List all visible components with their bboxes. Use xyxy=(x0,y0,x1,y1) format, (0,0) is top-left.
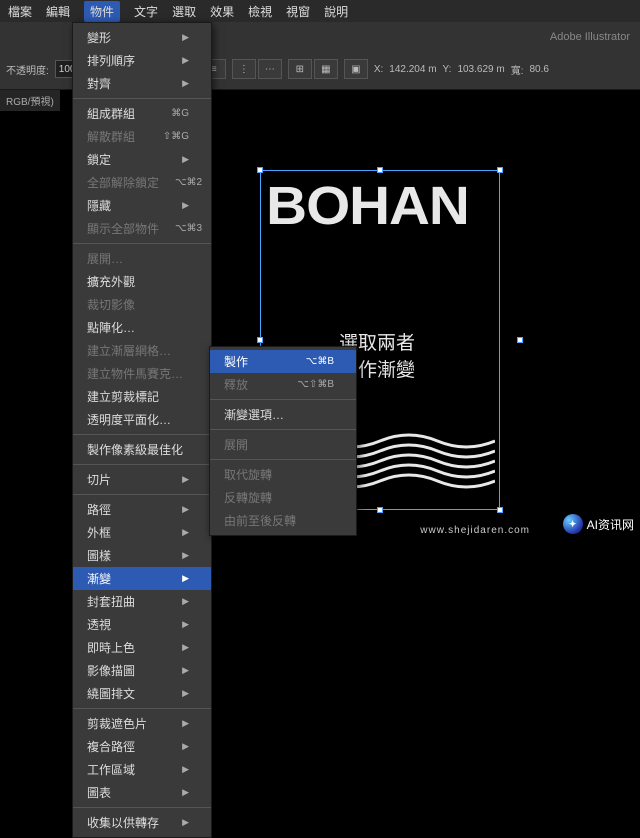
handle-bottom-right[interactable] xyxy=(497,507,503,513)
y-value: 103.629 m xyxy=(457,64,504,75)
submenu-arrow-icon: ▶ xyxy=(182,55,189,66)
artwork-text[interactable]: BOHAN xyxy=(266,175,469,237)
menu-item-透明度平面化…[interactable]: 透明度平面化… xyxy=(73,408,211,431)
menu-item-漸變選項…[interactable]: 漸變選項… xyxy=(210,403,356,426)
submenu-arrow-icon: ▶ xyxy=(182,32,189,43)
menu-選取[interactable]: 選取 xyxy=(172,3,196,20)
menu-item-反轉旋轉: 反轉旋轉 xyxy=(210,486,356,509)
menu-item-圖表[interactable]: 圖表▶ xyxy=(73,781,211,804)
menu-item-工作區域[interactable]: 工作區域▶ xyxy=(73,758,211,781)
pathfinder-icon[interactable]: ▦ xyxy=(314,59,338,79)
submenu-arrow-icon: ▶ xyxy=(182,619,189,630)
submenu-arrow-icon: ▶ xyxy=(182,764,189,775)
y-label: Y: xyxy=(443,64,452,75)
menu-item-剪裁遮色片[interactable]: 剪裁遮色片▶ xyxy=(73,712,211,735)
menu-item-製作[interactable]: 製作⌥⌘B xyxy=(210,350,356,373)
menu-item-鎖定[interactable]: 鎖定▶ xyxy=(73,148,211,171)
menu-item-隱藏[interactable]: 隱藏▶ xyxy=(73,194,211,217)
submenu-arrow-icon: ▶ xyxy=(182,787,189,798)
submenu-arrow-icon: ▶ xyxy=(182,550,189,561)
menu-item-擴充外觀[interactable]: 擴充外觀 xyxy=(73,270,211,293)
submenu-arrow-icon: ▶ xyxy=(182,741,189,752)
object-menu[interactable]: 變形▶排列順序▶對齊▶ 組成群組⌘G解散群組⇧⌘G鎖定▶全部解除鎖定⌥⌘2隱藏▶顯… xyxy=(72,22,212,838)
menu-item-外框[interactable]: 外框▶ xyxy=(73,521,211,544)
x-value: 142.204 m xyxy=(389,64,436,75)
x-label: X: xyxy=(374,64,383,75)
menu-item-即時上色[interactable]: 即時上色▶ xyxy=(73,636,211,659)
submenu-arrow-icon: ▶ xyxy=(182,474,189,485)
submenu-arrow-icon: ▶ xyxy=(182,154,189,165)
menu-item-釋放: 釋放⌥⇧⌘B xyxy=(210,373,356,396)
blend-submenu[interactable]: 製作⌥⌘B釋放⌥⇧⌘B 漸變選項… 展開取代旋轉反轉旋轉由前至後反轉 xyxy=(209,346,357,536)
menu-item-建立漸層網格…: 建立漸層網格… xyxy=(73,339,211,362)
submenu-arrow-icon: ▶ xyxy=(182,504,189,515)
submenu-arrow-icon: ▶ xyxy=(182,78,189,89)
menu-item-對齊[interactable]: 對齊▶ xyxy=(73,72,211,95)
submenu-arrow-icon: ▶ xyxy=(182,527,189,538)
watermark-url: www.shejidaren.com xyxy=(420,525,530,536)
menu-item-圖樣[interactable]: 圖樣▶ xyxy=(73,544,211,567)
menu-item-封套扭曲[interactable]: 封套扭曲▶ xyxy=(73,590,211,613)
submenu-arrow-icon: ▶ xyxy=(182,688,189,699)
app-name: Adobe Illustrator xyxy=(550,31,630,43)
w-label: 寬: xyxy=(511,62,524,77)
handle-top-left[interactable] xyxy=(257,167,263,173)
menu-item-展開: 展開 xyxy=(210,433,356,456)
distribute-h-icon[interactable]: ⋮ xyxy=(232,59,256,79)
menu-效果[interactable]: 效果 xyxy=(210,3,234,20)
menu-檔案[interactable]: 檔案 xyxy=(8,3,32,20)
menu-item-透視[interactable]: 透視▶ xyxy=(73,613,211,636)
menu-物件[interactable]: 物件 xyxy=(84,1,120,22)
submenu-arrow-icon: ▶ xyxy=(182,642,189,653)
menu-文字[interactable]: 文字 xyxy=(134,3,158,20)
document-tab[interactable]: RGB/預視) xyxy=(0,90,60,111)
menu-item-顯示全部物件: 顯示全部物件⌥⌘3 xyxy=(73,217,211,240)
menu-item-製作像素級最佳化[interactable]: 製作像素級最佳化 xyxy=(73,438,211,461)
handle-top-right[interactable] xyxy=(497,167,503,173)
transform-icon[interactable]: ⊞ xyxy=(288,59,312,79)
menu-item-切片[interactable]: 切片▶ xyxy=(73,468,211,491)
handle-top[interactable] xyxy=(377,167,383,173)
menu-編輯[interactable]: 編輯 xyxy=(46,3,70,20)
submenu-arrow-icon: ▶ xyxy=(182,817,189,828)
submenu-arrow-icon: ▶ xyxy=(182,200,189,211)
submenu-arrow-icon: ▶ xyxy=(182,596,189,607)
submenu-arrow-icon: ▶ xyxy=(182,665,189,676)
menu-item-裁切影像: 裁切影像 xyxy=(73,293,211,316)
submenu-arrow-icon: ▶ xyxy=(182,718,189,729)
menu-item-全部解除鎖定: 全部解除鎖定⌥⌘2 xyxy=(73,171,211,194)
menu-item-建立剪裁標記[interactable]: 建立剪裁標記 xyxy=(73,385,211,408)
menu-item-組成群組[interactable]: 組成群組⌘G xyxy=(73,102,211,125)
menubar: 檔案編輯物件文字選取效果檢視視窗說明 xyxy=(0,0,640,22)
menu-item-複合路徑[interactable]: 複合路徑▶ xyxy=(73,735,211,758)
submenu-arrow-icon: ▶ xyxy=(182,573,189,584)
menu-item-取代旋轉: 取代旋轉 xyxy=(210,463,356,486)
menu-item-變形[interactable]: 變形▶ xyxy=(73,26,211,49)
watermark-brand: AI资讯网 xyxy=(587,516,634,533)
watermark-logo-icon: ✦ xyxy=(563,514,583,534)
w-value: 80.6 xyxy=(529,64,548,75)
handle-left[interactable] xyxy=(257,337,263,343)
anchor-icon[interactable]: ▣ xyxy=(344,59,368,79)
menu-item-繞圖排文[interactable]: 繞圖排文▶ xyxy=(73,682,211,705)
menu-item-影像描圖[interactable]: 影像描圖▶ xyxy=(73,659,211,682)
menu-item-建立物件馬賽克…: 建立物件馬賽克… xyxy=(73,362,211,385)
handle-bottom[interactable] xyxy=(377,507,383,513)
menu-item-展開…: 展開… xyxy=(73,247,211,270)
menu-檢視[interactable]: 檢視 xyxy=(248,3,272,20)
menu-item-由前至後反轉: 由前至後反轉 xyxy=(210,509,356,532)
menu-item-漸變[interactable]: 漸變▶ xyxy=(73,567,211,590)
menu-視窗[interactable]: 視窗 xyxy=(286,3,310,20)
menu-item-路徑[interactable]: 路徑▶ xyxy=(73,498,211,521)
menu-說明[interactable]: 說明 xyxy=(324,3,348,20)
opacity-label: 不透明度: xyxy=(6,62,49,77)
menu-item-解散群組: 解散群組⇧⌘G xyxy=(73,125,211,148)
menu-item-點陣化…[interactable]: 點陣化… xyxy=(73,316,211,339)
menu-item-收集以供轉存[interactable]: 收集以供轉存▶ xyxy=(73,811,211,834)
handle-right[interactable] xyxy=(517,337,523,343)
watermark: ✦ AI资讯网 xyxy=(563,514,634,534)
menu-item-排列順序[interactable]: 排列順序▶ xyxy=(73,49,211,72)
distribute-v-icon[interactable]: ⋯ xyxy=(258,59,282,79)
